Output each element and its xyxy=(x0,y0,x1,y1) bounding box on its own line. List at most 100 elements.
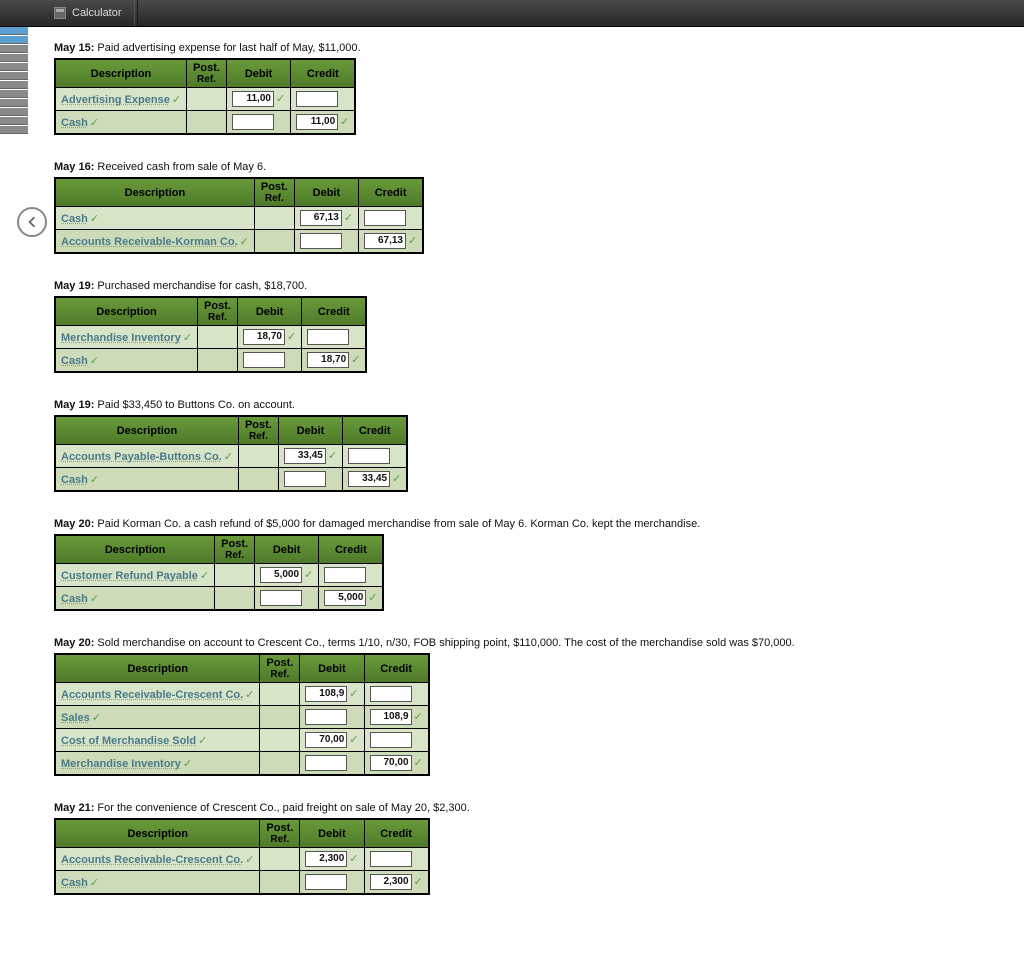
account-cell[interactable]: Cash✓ xyxy=(55,871,260,895)
debit-cell[interactable] xyxy=(300,752,364,776)
calculator-button[interactable]: Calculator xyxy=(42,0,135,26)
postref-cell[interactable] xyxy=(260,706,300,729)
debit-cell[interactable]: 5,000✓ xyxy=(255,564,319,587)
postref-cell[interactable] xyxy=(215,564,255,587)
amount-input[interactable] xyxy=(370,732,412,748)
postref-cell[interactable] xyxy=(215,587,255,611)
account-cell[interactable]: Cash✓ xyxy=(55,111,187,135)
postref-cell[interactable] xyxy=(260,848,300,871)
rail-tab[interactable] xyxy=(0,45,28,53)
postref-cell[interactable] xyxy=(198,349,238,373)
credit-cell[interactable] xyxy=(343,445,408,468)
account-cell[interactable]: Merchandise Inventory✓ xyxy=(55,326,198,349)
account-cell[interactable]: Cash✓ xyxy=(55,207,254,230)
amount-input[interactable] xyxy=(324,567,366,583)
credit-cell[interactable]: 5,000✓ xyxy=(319,587,384,611)
rail-tab[interactable] xyxy=(0,63,28,71)
amount-input[interactable]: 5,000 xyxy=(324,590,366,606)
postref-cell[interactable] xyxy=(238,468,278,492)
credit-cell[interactable]: 108,9✓ xyxy=(364,706,429,729)
postref-cell[interactable] xyxy=(187,88,227,111)
collapse-left-button[interactable] xyxy=(17,207,47,237)
amount-input[interactable] xyxy=(300,233,342,249)
debit-cell[interactable] xyxy=(226,111,290,135)
debit-cell[interactable] xyxy=(255,587,319,611)
rail-tab[interactable] xyxy=(0,54,28,62)
debit-cell[interactable] xyxy=(278,468,342,492)
rail-tab[interactable] xyxy=(0,108,28,116)
postref-cell[interactable] xyxy=(198,326,238,349)
credit-cell[interactable] xyxy=(364,683,429,706)
amount-input[interactable] xyxy=(364,210,406,226)
rail-tab[interactable] xyxy=(0,99,28,107)
amount-input[interactable]: 2,300 xyxy=(370,874,412,890)
account-cell[interactable]: Accounts Receivable-Korman Co.✓ xyxy=(55,230,254,254)
postref-cell[interactable] xyxy=(260,752,300,776)
postref-cell[interactable] xyxy=(254,230,294,254)
debit-cell[interactable] xyxy=(294,230,358,254)
amount-input[interactable] xyxy=(284,471,326,487)
debit-cell[interactable]: 33,45✓ xyxy=(278,445,342,468)
account-cell[interactable]: Accounts Receivable-Crescent Co.✓ xyxy=(55,683,260,706)
credit-cell[interactable] xyxy=(359,207,424,230)
rail-tab[interactable] xyxy=(0,90,28,98)
amount-input[interactable]: 67,13 xyxy=(300,210,342,226)
amount-input[interactable] xyxy=(296,91,338,107)
credit-cell[interactable] xyxy=(364,848,429,871)
amount-input[interactable]: 67,13 xyxy=(364,233,406,249)
debit-cell[interactable]: 11,00✓ xyxy=(226,88,290,111)
amount-input[interactable]: 2,300 xyxy=(305,851,347,867)
amount-input[interactable] xyxy=(305,755,347,771)
amount-input[interactable]: 70,00 xyxy=(305,732,347,748)
amount-input[interactable]: 11,00 xyxy=(232,91,274,107)
debit-cell[interactable]: 18,70✓ xyxy=(237,326,301,349)
amount-input[interactable]: 70,00 xyxy=(370,755,412,771)
credit-cell[interactable]: 2,300✓ xyxy=(364,871,429,895)
account-cell[interactable]: Accounts Receivable-Crescent Co.✓ xyxy=(55,848,260,871)
postref-cell[interactable] xyxy=(238,445,278,468)
credit-cell[interactable]: 70,00✓ xyxy=(364,752,429,776)
credit-cell[interactable]: 67,13✓ xyxy=(359,230,424,254)
account-cell[interactable]: Cost of Merchandise Sold✓ xyxy=(55,729,260,752)
debit-cell[interactable]: 2,300✓ xyxy=(300,848,364,871)
amount-input[interactable]: 33,45 xyxy=(284,448,326,464)
amount-input[interactable]: 18,70 xyxy=(243,329,285,345)
rail-tab[interactable] xyxy=(0,36,28,44)
rail-tab[interactable] xyxy=(0,27,28,35)
amount-input[interactable]: 108,9 xyxy=(305,686,347,702)
debit-cell[interactable]: 70,00✓ xyxy=(300,729,364,752)
debit-cell[interactable] xyxy=(237,349,301,373)
postref-cell[interactable] xyxy=(187,111,227,135)
amount-input[interactable]: 11,00 xyxy=(296,114,338,130)
account-cell[interactable]: Advertising Expense✓ xyxy=(55,88,187,111)
credit-cell[interactable] xyxy=(319,564,384,587)
account-cell[interactable]: Sales✓ xyxy=(55,706,260,729)
amount-input[interactable] xyxy=(370,851,412,867)
amount-input[interactable] xyxy=(243,352,285,368)
rail-tab[interactable] xyxy=(0,126,28,134)
postref-cell[interactable] xyxy=(254,207,294,230)
amount-input[interactable]: 5,000 xyxy=(260,567,302,583)
amount-input[interactable] xyxy=(370,686,412,702)
amount-input[interactable] xyxy=(260,590,302,606)
account-cell[interactable]: Customer Refund Payable✓ xyxy=(55,564,215,587)
amount-input[interactable] xyxy=(307,329,349,345)
debit-cell[interactable] xyxy=(300,706,364,729)
account-cell[interactable]: Cash✓ xyxy=(55,587,215,611)
rail-tab[interactable] xyxy=(0,72,28,80)
amount-input[interactable] xyxy=(348,448,390,464)
postref-cell[interactable] xyxy=(260,683,300,706)
rail-tab[interactable] xyxy=(0,81,28,89)
credit-cell[interactable]: 18,70✓ xyxy=(302,349,367,373)
debit-cell[interactable]: 108,9✓ xyxy=(300,683,364,706)
credit-cell[interactable]: 11,00✓ xyxy=(291,111,356,135)
amount-input[interactable] xyxy=(305,874,347,890)
credit-cell[interactable] xyxy=(364,729,429,752)
account-cell[interactable]: Cash✓ xyxy=(55,349,198,373)
amount-input[interactable]: 18,70 xyxy=(307,352,349,368)
credit-cell[interactable]: 33,45✓ xyxy=(343,468,408,492)
debit-cell[interactable] xyxy=(300,871,364,895)
rail-tab[interactable] xyxy=(0,117,28,125)
amount-input[interactable] xyxy=(305,709,347,725)
account-cell[interactable]: Merchandise Inventory✓ xyxy=(55,752,260,776)
